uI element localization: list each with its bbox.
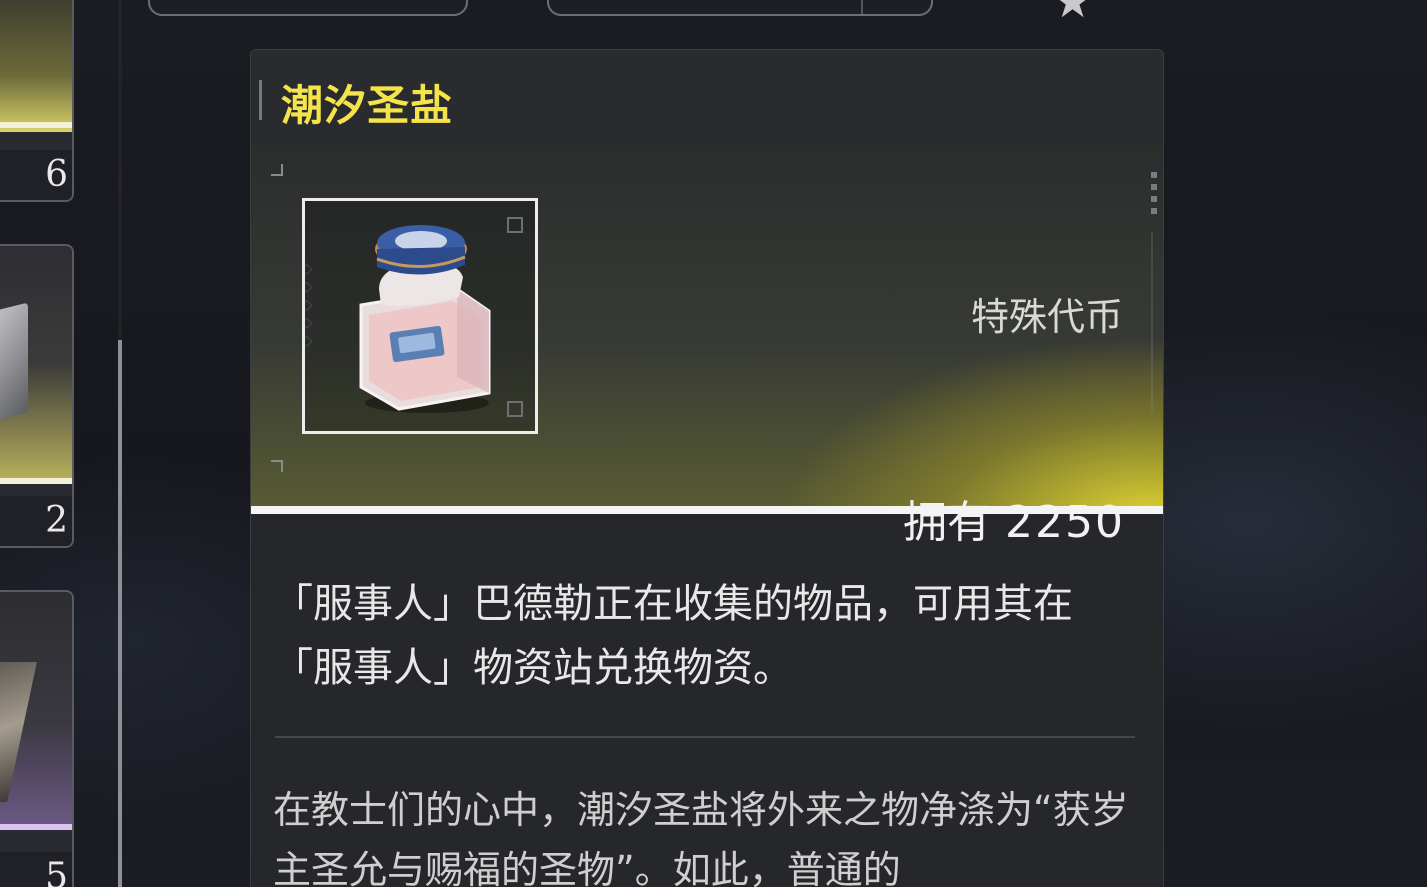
frame-side-text: ◇◇◇◇◇ [299,261,315,351]
decor-dots [1151,172,1157,214]
section-divider [275,736,1135,738]
item-count: 5 [0,852,72,887]
panel-header: 潮汐圣盐 [251,50,1163,142]
item-shape-icon [0,662,37,802]
inventory-scrollbar-thumb[interactable] [118,340,122,887]
item-type-label: 特殊代币 [970,295,1123,339]
item-art [0,592,72,828]
rarity-bar [0,478,72,484]
star-icon[interactable]: ★ [1052,0,1093,24]
corner-mark [271,164,283,176]
item-detail-panel: 潮汐圣盐 ◇◇◇◇◇ 特殊代币 拥有 2250 「服事人」巴德勒正在收集的物品，… [250,49,1164,887]
filter-end-segment [861,0,923,14]
item-count: 6 [0,150,72,200]
game-screen: ★ 6 2 5 潮汐圣盐 ◇◇◇◇◇ 特殊代币 拥有 2250 「服事人」巴德勒… [0,0,1427,887]
decor-line [1151,232,1153,412]
item-banner: ◇◇◇◇◇ 特殊代币 拥有 2250 [251,142,1163,548]
owned-count: 拥有 2250 [903,486,1125,550]
item-art [0,0,72,132]
crate-icon [0,302,28,428]
item-name: 潮汐圣盐 [281,81,454,130]
item-count: 2 [0,496,72,546]
corner-mark [271,460,283,472]
top-filter-button[interactable] [547,0,933,16]
frame-square [507,401,523,417]
inventory-item-card[interactable]: 5 [0,590,74,887]
rarity-bar [0,824,72,830]
item-icon-frame: ◇◇◇◇◇ [299,198,538,434]
salt-jar-icon [359,225,491,413]
rarity-bar [0,122,72,128]
top-tab-button[interactable] [148,0,468,16]
item-lore: 在教士们的心中，潮汐圣盐将外来之物净涤为“获岁主圣允与赐福的圣物”。如此，普通的 [273,788,1129,887]
item-description: 「服事人」巴德勒正在收集的物品，可用其在「服事人」物资站兑换物资。 [273,581,1073,691]
rarity-stripe [251,506,1163,514]
owned-value: 2250 [1005,497,1125,548]
item-art [0,246,72,482]
inventory-item-card[interactable]: 2 [0,244,74,548]
inventory-item-card[interactable]: 6 [0,0,74,202]
header-accent [259,80,262,120]
owned-label: 拥有 [903,497,992,548]
frame-square [507,217,523,233]
